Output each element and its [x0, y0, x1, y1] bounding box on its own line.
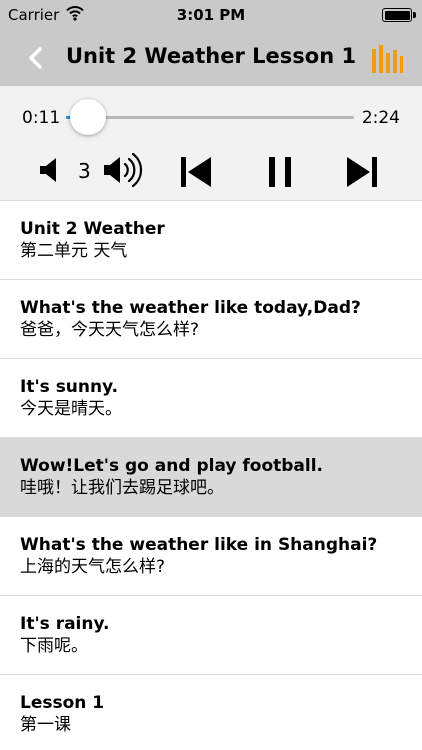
sentence-chinese: 下雨呢。 — [20, 636, 88, 656]
volume-down-button[interactable] — [38, 156, 64, 184]
seek-thumb[interactable] — [69, 99, 106, 135]
chevron-left-icon — [29, 47, 42, 69]
list-item[interactable]: What's the weather like in Shanghai? 上海的… — [0, 517, 422, 596]
seek-bar[interactable] — [66, 99, 354, 135]
list-item[interactable]: What's the weather like today,Dad? 爸爸，今天… — [0, 280, 422, 359]
list-item[interactable]: Unit 2 Weather 第二单元 天气 — [0, 201, 422, 280]
sentence-chinese: 第一课 — [20, 715, 71, 735]
elapsed-time: 0:11 — [22, 108, 61, 128]
volume-level: 3 — [78, 159, 91, 183]
battery-icon — [382, 8, 412, 22]
volume-up-icon — [104, 152, 143, 188]
skip-previous-icon — [181, 157, 211, 187]
sentence-english: Wow!Let's go and play football. — [20, 456, 324, 476]
sentence-chinese: 第二单元 天气 — [20, 241, 128, 261]
bar-chart-icon — [372, 45, 403, 73]
pause-icon — [269, 157, 291, 187]
list-item[interactable]: It's rainy. 下雨呢。 — [0, 596, 422, 675]
next-track-button[interactable] — [344, 154, 380, 190]
pause-button[interactable] — [262, 154, 298, 190]
sentence-chinese: 哇哦！让我们去踢足球吧。 — [20, 478, 224, 498]
total-duration: 2:24 — [361, 108, 400, 128]
sentence-english: Unit 2 Weather — [20, 219, 165, 239]
sentence-english: What's the weather like in Shanghai? — [20, 535, 378, 555]
volume-down-icon — [40, 158, 56, 182]
volume-up-button[interactable] — [102, 152, 144, 188]
status-time: 3:01 PM — [176, 6, 246, 24]
sentence-english: It's rainy. — [20, 614, 110, 634]
list-item[interactable]: Lesson 1 第一课 — [0, 675, 422, 750]
sentence-chinese: 上海的天气怎么样? — [20, 557, 166, 577]
list-item[interactable]: Wow!Let's go and play football. 哇哦！让我们去踢… — [0, 438, 422, 517]
sentence-list: Unit 2 Weather 第二单元 天气 What's the weathe… — [0, 201, 422, 750]
previous-track-button[interactable] — [178, 154, 214, 190]
sentence-english: It's sunny. — [20, 377, 119, 397]
sentence-english: Lesson 1 — [20, 693, 105, 713]
skip-next-icon — [347, 157, 377, 187]
page-title: Unit 2 Weather Lesson 1 — [65, 44, 357, 68]
sentence-english: What's the weather like today,Dad? — [20, 298, 361, 318]
nav-bar: Unit 2 Weather Lesson 1 — [0, 30, 422, 86]
sentence-chinese: 今天是晴天。 — [20, 399, 122, 419]
sentence-chinese: 爸爸，今天天气怎么样? — [20, 320, 200, 340]
list-item[interactable]: It's sunny. 今天是晴天。 — [0, 359, 422, 438]
status-bar: Carrier 3:01 PM — [0, 0, 422, 30]
battery-tip — [413, 12, 416, 18]
chart-button[interactable] — [370, 41, 404, 75]
audio-player: 0:11 2:24 3 — [0, 86, 422, 201]
back-button[interactable] — [18, 40, 54, 76]
